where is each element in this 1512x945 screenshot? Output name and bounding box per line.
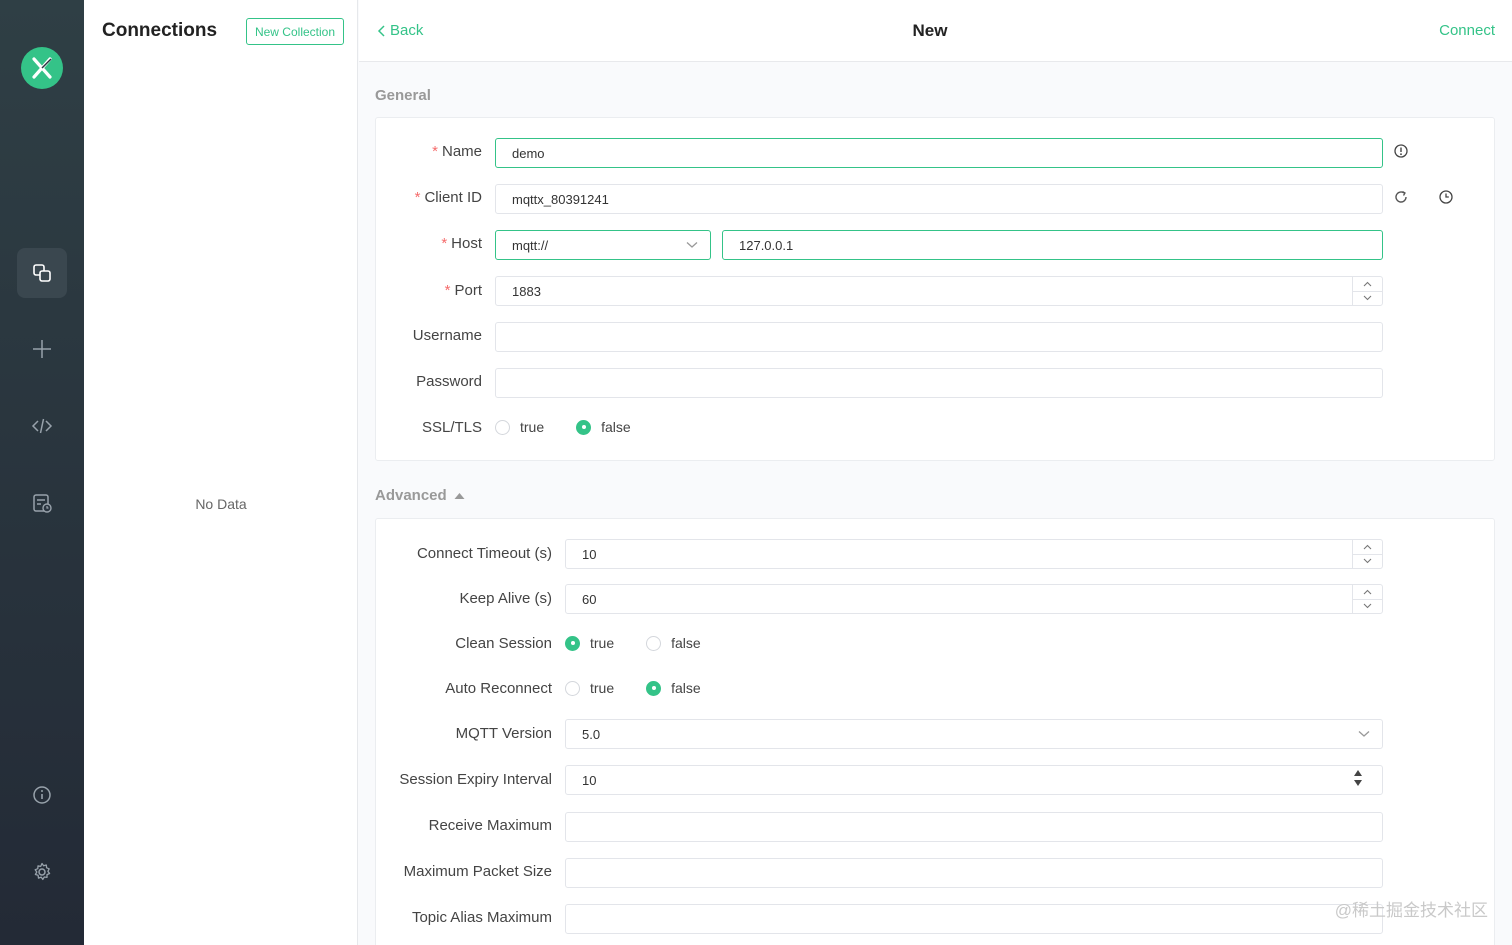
protocol-select[interactable]: mqtt://: [495, 230, 711, 260]
connect-timeout-label: Connect Timeout (s): [416, 545, 552, 562]
spin-down-icon[interactable]: [1354, 780, 1362, 786]
connect-timeout-value: 10: [582, 546, 597, 562]
general-section-label: General: [375, 87, 431, 104]
editor-header: Back New Connect: [359, 0, 1512, 62]
topic-alias-max-label: Topic Alias Maximum: [411, 909, 552, 926]
empty-state: No Data: [195, 496, 247, 512]
ssl-false-label: false: [601, 419, 631, 435]
script-code-icon[interactable]: [17, 401, 67, 451]
advanced-card: Connect Timeout (s) 10 Keep Alive (s) 60…: [375, 518, 1495, 945]
mqtt-version-label: MQTT Version: [455, 725, 552, 742]
auto-reconnect-true-radio[interactable]: [565, 680, 580, 696]
max-packet-size-label: Maximum Packet Size: [403, 863, 552, 880]
connect-timeout-input[interactable]: 10: [565, 539, 1383, 569]
username-input[interactable]: [495, 322, 1383, 352]
receive-maximum-label: Receive Maximum: [428, 817, 552, 834]
name-input[interactable]: demo: [495, 138, 1383, 168]
clean-session-true-radio[interactable]: [565, 635, 580, 651]
session-expiry-spinner[interactable]: [1354, 770, 1362, 786]
port-input[interactable]: 1883: [495, 276, 1383, 306]
session-expiry-label: Session Expiry Interval: [399, 771, 552, 788]
advanced-section-toggle[interactable]: Advanced: [375, 487, 465, 504]
max-packet-size-input[interactable]: [565, 858, 1383, 888]
spin-up-icon[interactable]: [1354, 770, 1362, 776]
clean-session-radio-group: true false: [565, 635, 733, 651]
mqtt-version-select[interactable]: 5.0: [565, 719, 1383, 749]
connections-panel: Connections New Collection No Data: [84, 0, 358, 945]
clean-session-false-radio[interactable]: [646, 635, 662, 651]
increment-icon[interactable]: [1353, 540, 1382, 554]
increment-icon[interactable]: [1353, 277, 1382, 291]
add-icon[interactable]: [17, 324, 67, 374]
log-icon[interactable]: [17, 478, 67, 528]
increment-icon[interactable]: [1353, 585, 1382, 599]
chevron-down-icon: [686, 242, 698, 248]
topic-alias-max-input[interactable]: [565, 904, 1383, 934]
ssl-tls-radio-group: true false: [495, 419, 663, 435]
host-input[interactable]: 127.0.0.1: [722, 230, 1383, 260]
port-label: * Port: [444, 282, 482, 299]
auto-reconnect-label: Auto Reconnect: [445, 680, 552, 697]
name-label: * Name: [432, 143, 482, 160]
auto-reconnect-radio-group: true false: [565, 680, 733, 696]
connections-nav-icon[interactable]: [17, 248, 67, 298]
nav-rail: [0, 0, 84, 945]
ssl-false-radio[interactable]: [576, 419, 592, 435]
chevron-down-icon: [1358, 731, 1370, 737]
new-collection-button[interactable]: New Collection: [246, 18, 344, 45]
keep-alive-value: 60: [582, 591, 597, 607]
advanced-section-label: Advanced: [375, 487, 447, 504]
port-value: 1883: [512, 283, 541, 299]
about-info-icon[interactable]: [17, 770, 67, 820]
host-label: * Host: [441, 235, 482, 252]
decrement-icon[interactable]: [1353, 553, 1382, 569]
keep-alive-label: Keep Alive (s): [459, 590, 552, 607]
settings-gear-icon[interactable]: [17, 847, 67, 897]
mqtt-version-value: 5.0: [582, 726, 601, 742]
client-id-input[interactable]: mqttx_80391241: [495, 184, 1383, 214]
refresh-icon[interactable]: [1393, 189, 1409, 205]
connections-title: Connections: [102, 20, 218, 41]
page-title: New: [912, 21, 948, 40]
ssl-true-label: true: [520, 419, 545, 435]
auto-reconnect-false-label: false: [671, 680, 701, 696]
connection-editor: Back New Connect General * Name demo * Cli…: [359, 0, 1512, 945]
keep-alive-stepper[interactable]: [1352, 585, 1382, 613]
client-id-label: * Client ID: [414, 189, 482, 206]
ssl-tls-label: SSL/TLS: [421, 419, 482, 436]
connect-timeout-stepper[interactable]: [1352, 540, 1382, 568]
info-circle-icon[interactable]: [1393, 143, 1409, 159]
keep-alive-input[interactable]: 60: [565, 584, 1383, 614]
general-section-title: General: [375, 87, 431, 104]
username-label: Username: [412, 327, 482, 344]
connect-button[interactable]: Connect: [1439, 22, 1495, 39]
auto-reconnect-true-label: true: [590, 680, 615, 696]
mqttx-logo-icon[interactable]: [21, 47, 63, 89]
receive-maximum-input[interactable]: [565, 812, 1383, 842]
decrement-icon[interactable]: [1353, 290, 1382, 306]
port-stepper[interactable]: [1352, 277, 1382, 305]
protocol-value: mqtt://: [512, 237, 549, 253]
clean-session-true-label: true: [590, 635, 615, 651]
clock-icon[interactable]: [1438, 189, 1454, 205]
ssl-true-radio[interactable]: [495, 419, 510, 435]
decrement-icon[interactable]: [1353, 598, 1382, 614]
session-expiry-value: 10: [582, 772, 597, 788]
password-input[interactable]: [495, 368, 1383, 398]
general-card: * Name demo * Client ID mqttx_80391241 * Ho…: [375, 117, 1495, 461]
caret-up-icon: [454, 492, 465, 499]
clean-session-false-label: false: [671, 635, 701, 651]
session-expiry-input[interactable]: 10: [565, 765, 1383, 795]
clean-session-label: Clean Session: [455, 635, 552, 652]
auto-reconnect-false-radio[interactable]: [646, 680, 662, 696]
password-label: Password: [416, 373, 482, 390]
watermark: @稀土掘金技术社区: [1334, 901, 1488, 920]
